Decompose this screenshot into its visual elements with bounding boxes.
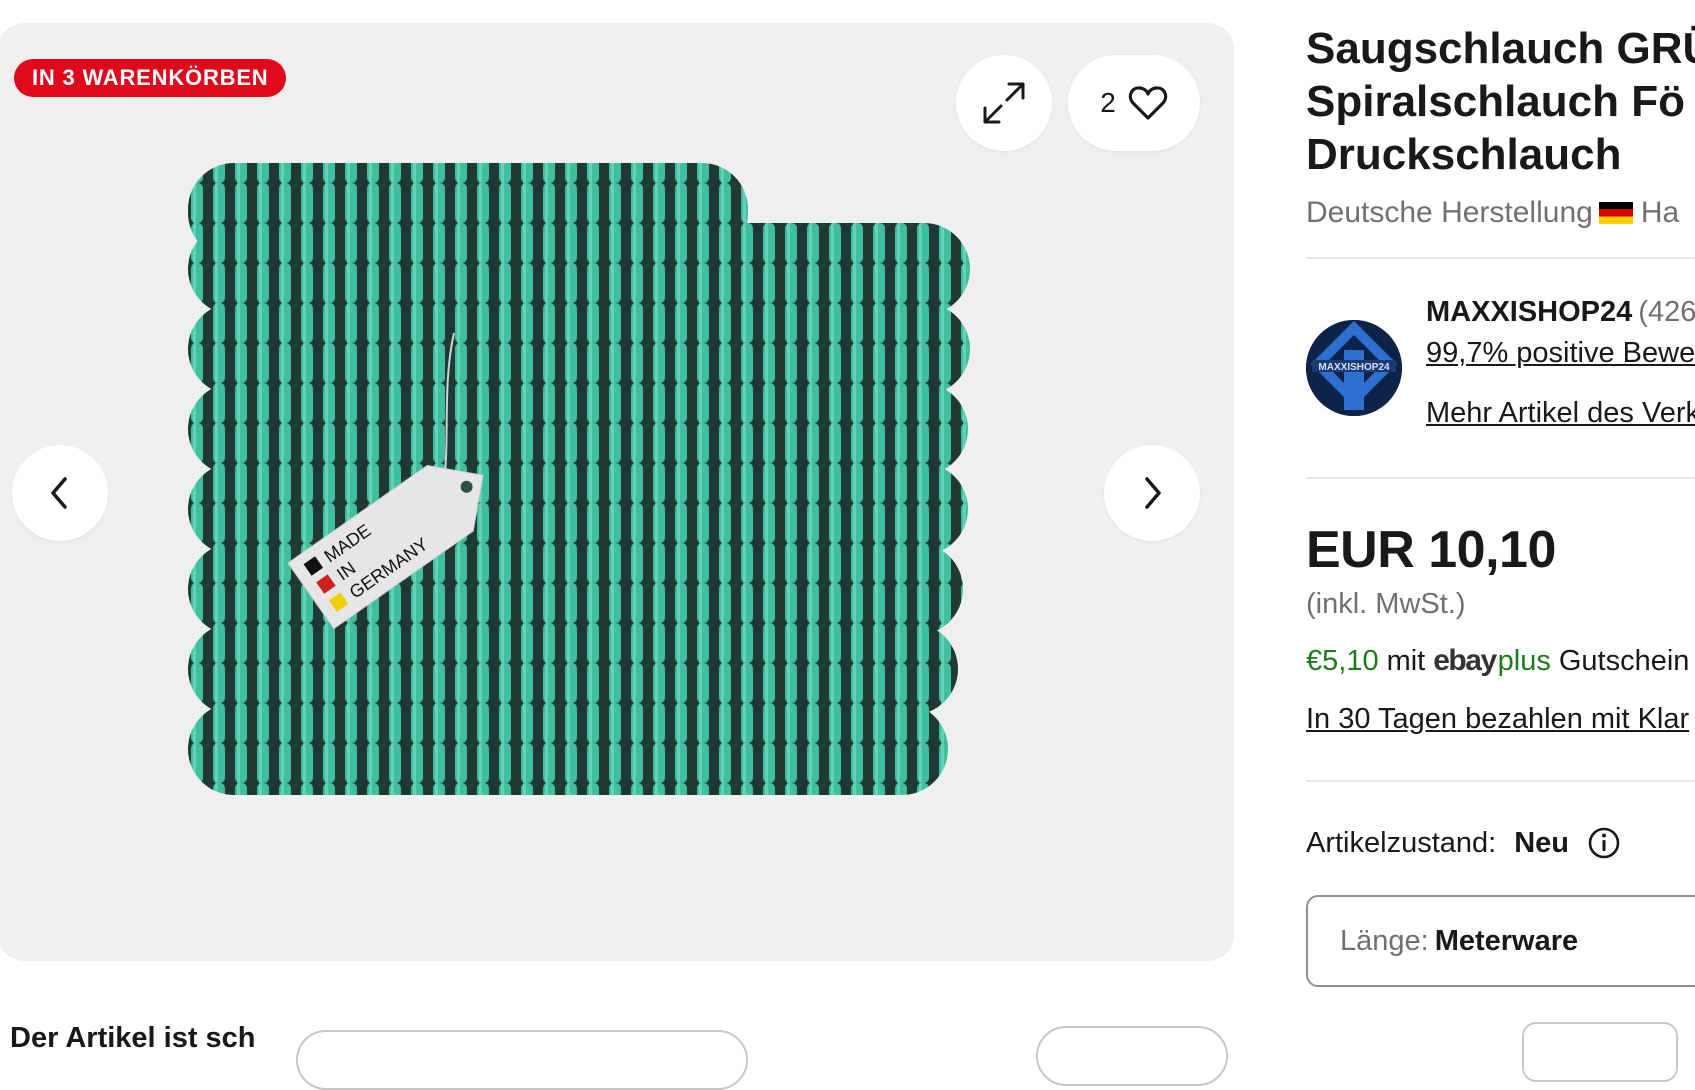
seller-logo-text: MAXXISHOP24 [1318, 362, 1390, 373]
seller-feedback-count: (426 [1638, 296, 1695, 328]
watchlist-button[interactable]: 2 [1068, 55, 1200, 151]
plus-amount: €5,10 [1306, 645, 1379, 677]
title-line-1: Saugschlauch GRÜ [1306, 24, 1695, 73]
length-select-value: Meterware [1434, 924, 1579, 957]
expand-image-button[interactable] [956, 55, 1052, 151]
seller-name[interactable]: MAXXISHOP24 [1426, 296, 1632, 328]
heart-outline-icon [1128, 86, 1167, 120]
seller-feedback-link[interactable]: 99,7% positive Bewe [1426, 337, 1695, 370]
subtitle-text: Deutsche Herstellung [1306, 196, 1593, 229]
title-line-3: Druckschlauch [1306, 130, 1622, 179]
title-line-2: Spiralschlauch Fö [1306, 77, 1685, 126]
bottom-pill-control[interactable] [296, 1030, 748, 1090]
seller-more-items-link[interactable]: Mehr Artikel des Verk [1426, 397, 1695, 430]
vat-note: (inkl. MwSt.) [1306, 588, 1466, 620]
length-select-label: Länge: [1340, 924, 1429, 957]
info-circle-icon[interactable] [1587, 826, 1621, 860]
chevron-right-icon [1145, 477, 1161, 509]
image-gallery[interactable]: MADE IN GERMANY IN 3 WARENKÖRBEN 2 [0, 23, 1234, 961]
plus-mit: mit [1386, 645, 1426, 677]
plus-logo-word: plus [1497, 645, 1551, 677]
chevron-left-icon [51, 477, 67, 509]
seller-name-row[interactable]: MAXXISHOP24 (426 [1426, 296, 1695, 329]
subtitle-text-continued: Ha [1640, 196, 1680, 229]
expand-arrows-icon [983, 82, 1025, 124]
divider [1306, 780, 1695, 782]
cart-count-badge: IN 3 WARENKÖRBEN [14, 59, 287, 97]
length-select[interactable]: Länge: Meterware [1306, 895, 1695, 987]
seller-logo: MAXXISHOP24 [1306, 320, 1402, 416]
bottom-section-heading: Der Artikel ist sch [10, 1022, 256, 1054]
ebay-logo: ebay [1433, 644, 1497, 677]
watch-count: 2 [1100, 87, 1116, 118]
seller-avatar[interactable]: MAXXISHOP24 [1306, 320, 1402, 416]
germany-flag-icon [1598, 202, 1633, 224]
divider [1306, 477, 1695, 479]
next-image-button[interactable] [1104, 445, 1200, 541]
klarna-link[interactable]: In 30 Tagen bezahlen mit Klar [1306, 703, 1689, 736]
condition-value: Neu [1514, 826, 1569, 859]
bottom-pill-control[interactable] [1036, 1026, 1228, 1086]
bottom-pill-control[interactable] [1522, 1022, 1678, 1082]
condition-label: Artikelzustand: [1306, 826, 1497, 859]
price: EUR 10,10 [1306, 521, 1556, 579]
product-title: Saugschlauch GRÜ Spiralschlauch Fö Druck… [1306, 22, 1695, 181]
divider [1306, 257, 1695, 259]
ebay-plus-offer: €5,10 mit ebay plus Gutschein [1306, 644, 1689, 678]
condition-row: Artikelzustand: Neu [1306, 826, 1621, 860]
plus-suffix: Gutschein [1558, 645, 1690, 677]
product-subtitle: Deutsche Herstellung Ha [1306, 196, 1679, 230]
previous-image-button[interactable] [12, 445, 108, 541]
product-image-hose[interactable]: MADE IN GERMANY [188, 143, 1048, 873]
